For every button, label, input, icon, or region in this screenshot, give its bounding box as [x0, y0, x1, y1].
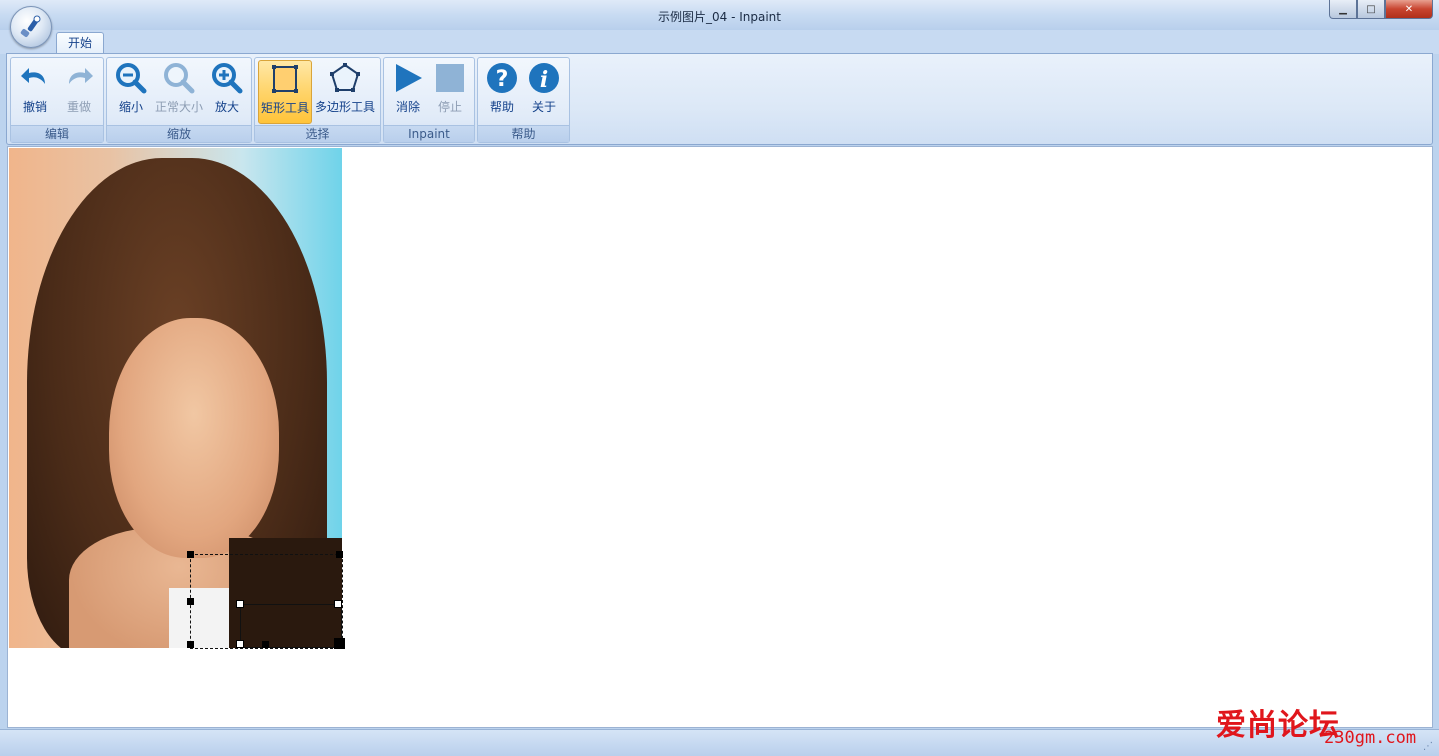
zoom-normal-button[interactable]: 正常大小: [153, 60, 205, 122]
application-menu-button[interactable]: [10, 6, 52, 48]
undo-label: 撤销: [22, 100, 47, 114]
ribbon-tab-row: 开始: [0, 30, 1439, 55]
info-icon: i: [529, 63, 559, 93]
brush-icon: [20, 15, 41, 37]
selection-handle[interactable]: [187, 641, 194, 648]
help-button[interactable]: ? 帮助: [482, 60, 522, 122]
help-icon: ?: [487, 63, 517, 93]
group-select: 矩形工具 多边形工具 选择: [254, 57, 381, 143]
maximize-button[interactable]: □: [1357, 0, 1385, 19]
polygon-tool-label: 多边形工具: [314, 100, 375, 114]
erase-button[interactable]: 消除: [388, 60, 428, 122]
zoom-out-icon: [116, 63, 147, 94]
selection-handle[interactable]: [334, 600, 342, 608]
selection-handle[interactable]: [262, 641, 269, 648]
polygon-tool-button[interactable]: 多边形工具: [313, 60, 377, 122]
about-button[interactable]: i 关于: [524, 60, 564, 122]
group-label-inpaint: Inpaint: [384, 125, 474, 142]
group-label-select: 选择: [255, 125, 380, 142]
ribbon: 撤销 重做 编辑 缩小 正常大小 放大 缩放 矩形工具 多边形工具 选择 消除 …: [6, 53, 1433, 145]
group-label-edit: 编辑: [11, 125, 103, 142]
zoom-in-button[interactable]: 放大: [207, 60, 247, 122]
svg-text:?: ?: [496, 67, 509, 92]
zoom-in-icon: [212, 63, 243, 94]
svg-text:i: i: [540, 67, 548, 93]
tab-home[interactable]: 开始: [56, 32, 104, 55]
selection-rectangle-inner[interactable]: [240, 604, 342, 648]
stop-icon: [436, 64, 464, 92]
stop-button[interactable]: 停止: [430, 60, 470, 122]
zoom-out-button[interactable]: 缩小: [111, 60, 151, 122]
group-help: ? 帮助 i 关于 帮助: [477, 57, 570, 143]
group-label-zoom: 缩放: [107, 125, 251, 142]
selection-handle[interactable]: [187, 551, 194, 558]
undo-button[interactable]: 撤销: [15, 60, 55, 122]
selection-handle[interactable]: [236, 640, 244, 648]
selection-handle[interactable]: [236, 600, 244, 608]
zoom-in-label: 放大: [214, 100, 239, 114]
undo-icon: [21, 68, 45, 84]
rectangle-tool-button[interactable]: 矩形工具: [258, 60, 312, 124]
photo-face: [109, 318, 279, 558]
play-icon: [396, 64, 422, 92]
redo-icon: [69, 68, 93, 84]
selection-handle[interactable]: [336, 551, 343, 558]
window-title: 示例图片_04 - Inpaint: [658, 10, 781, 24]
zoom-normal-icon: [164, 63, 195, 94]
window-controls: ▁ □ ✕: [1329, 0, 1433, 19]
selection-handle[interactable]: [187, 598, 194, 605]
erase-label: 消除: [395, 100, 420, 114]
minimize-button[interactable]: ▁: [1329, 0, 1357, 19]
watermark-text: 爱尚论坛: [1216, 708, 1340, 743]
polygon-tool-icon: [330, 63, 360, 92]
close-button[interactable]: ✕: [1385, 0, 1433, 19]
redo-button[interactable]: 重做: [59, 60, 99, 122]
rectangle-tool-icon: [272, 65, 298, 93]
stop-label: 停止: [437, 100, 462, 114]
resize-grip-icon[interactable]: ⋰: [1423, 741, 1433, 752]
about-label: 关于: [531, 100, 556, 114]
zoom-normal-label: 正常大小: [154, 100, 203, 114]
zoom-out-label: 缩小: [118, 100, 143, 114]
rectangle-tool-label: 矩形工具: [260, 101, 309, 115]
help-label: 帮助: [489, 100, 514, 114]
group-label-help: 帮助: [478, 125, 569, 142]
watermark: 爱尚论坛 230gm.com: [1216, 700, 1416, 748]
group-inpaint: 消除 停止 Inpaint: [383, 57, 475, 143]
title-bar: 示例图片_04 - Inpaint ▁ □ ✕: [0, 0, 1439, 30]
group-zoom: 缩小 正常大小 放大 缩放: [106, 57, 252, 143]
watermark-url: 230gm.com: [1324, 728, 1417, 748]
redo-label: 重做: [66, 100, 91, 114]
selection-handle[interactable]: [334, 638, 345, 649]
group-edit: 撤销 重做 编辑: [10, 57, 104, 143]
